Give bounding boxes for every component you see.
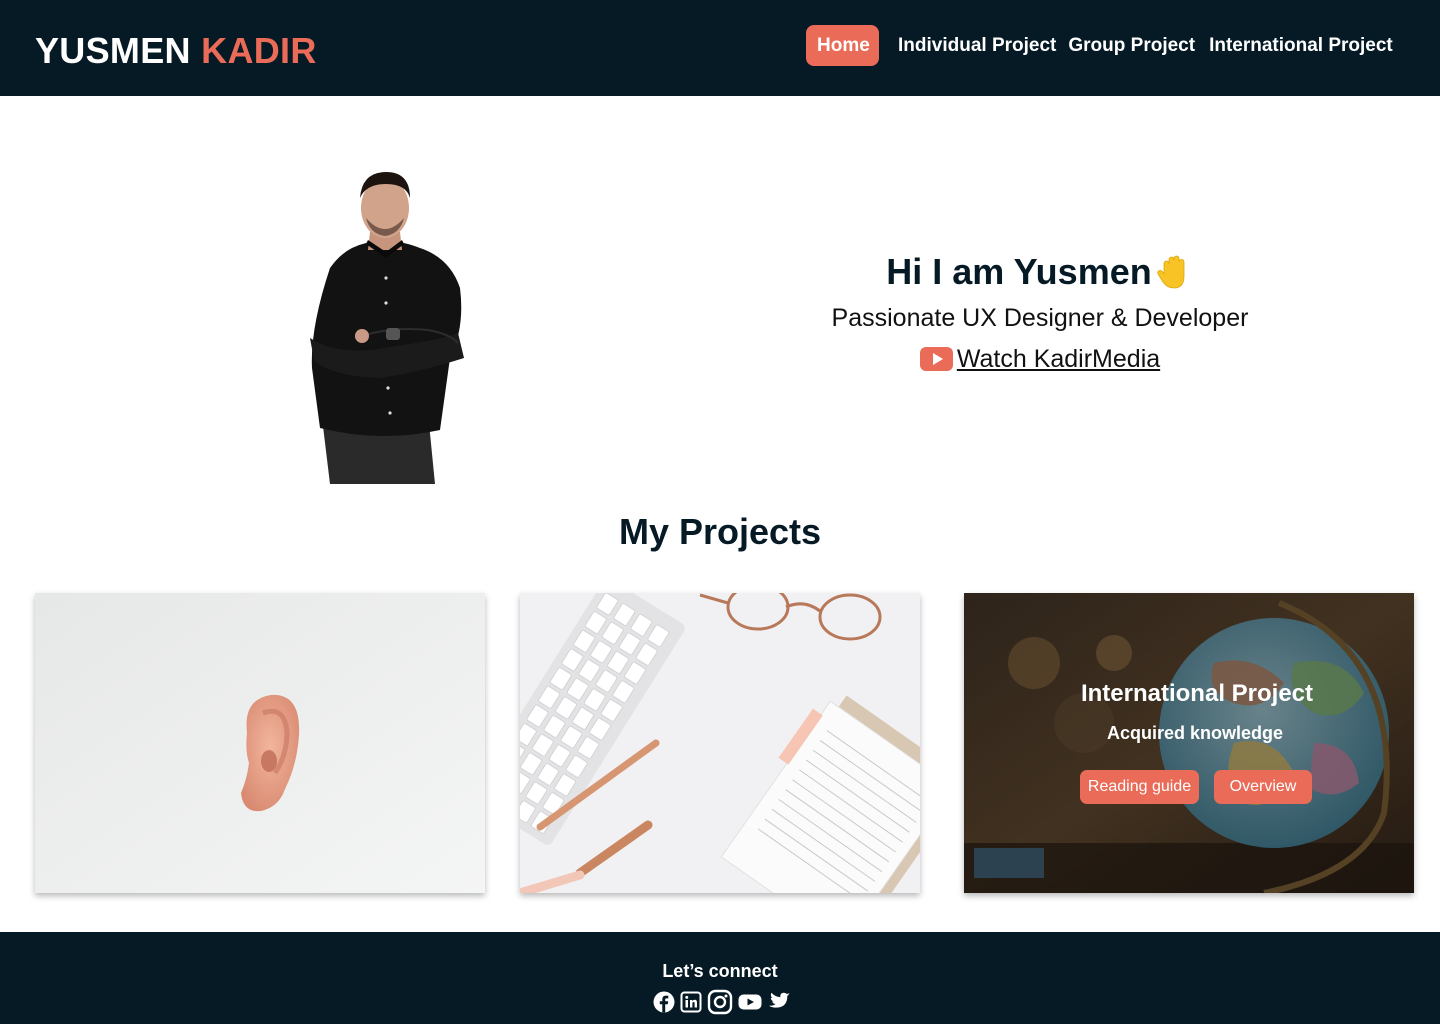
connect-heading: Let’s connect: [662, 961, 778, 981]
social-links: [653, 989, 791, 1020]
site-logo[interactable]: YUSMEN KADIR: [35, 30, 317, 72]
greeting-text: Hi I am Yusmen: [886, 251, 1152, 292]
hero-greeting: Hi I am Yusmen: [886, 248, 1193, 296]
youtube-icon: [919, 347, 953, 371]
overview-button[interactable]: Overview: [1214, 770, 1312, 804]
desk-keyboard-photo: [520, 593, 920, 893]
hero-tagline: Passionate UX Designer & Developer: [831, 304, 1249, 332]
site-footer: Let’s connect: [0, 932, 1440, 1024]
ear-photo: [35, 593, 485, 893]
profile-portrait: [300, 168, 470, 484]
nav-individual-project[interactable]: Individual Project: [898, 25, 1056, 66]
site-header: YUSMEN KADIR Home Individual Project Gro…: [0, 0, 1440, 96]
waving-hand-icon: [1154, 252, 1194, 292]
linkedin-icon[interactable]: [680, 991, 702, 1018]
nav-group-project[interactable]: Group Project: [1068, 25, 1195, 66]
youtube-icon[interactable]: [738, 993, 762, 1016]
card-subtitle: Acquired knowledge: [1106, 723, 1284, 743]
facebook-icon[interactable]: [653, 991, 675, 1018]
main-nav: Home Individual Project Group Project In…: [806, 25, 1393, 66]
nav-home[interactable]: Home: [806, 25, 879, 66]
logo-last-name: KADIR: [201, 30, 317, 71]
reading-guide-button[interactable]: Reading guide: [1080, 770, 1199, 804]
project-card-desk[interactable]: [520, 593, 920, 893]
nav-international-project[interactable]: International Project: [1209, 25, 1393, 66]
project-card-international[interactable]: International Project Acquired knowledge…: [964, 593, 1414, 893]
watch-kadirmedia-link[interactable]: Watch KadirMedia: [957, 342, 1160, 376]
projects-heading: My Projects: [618, 511, 822, 552]
card-title: International Project: [1080, 680, 1314, 707]
twitter-icon[interactable]: [767, 992, 791, 1017]
card-overlay: International Project Acquired knowledge…: [964, 593, 1414, 893]
watch-channel[interactable]: Watch KadirMedia: [919, 342, 1160, 376]
instagram-icon[interactable]: [707, 989, 733, 1020]
hero-intro: Hi I am Yusmen Passionate UX Designer & …: [740, 248, 1340, 376]
logo-first-name: YUSMEN: [35, 30, 191, 71]
project-card-ear[interactable]: [35, 593, 485, 893]
